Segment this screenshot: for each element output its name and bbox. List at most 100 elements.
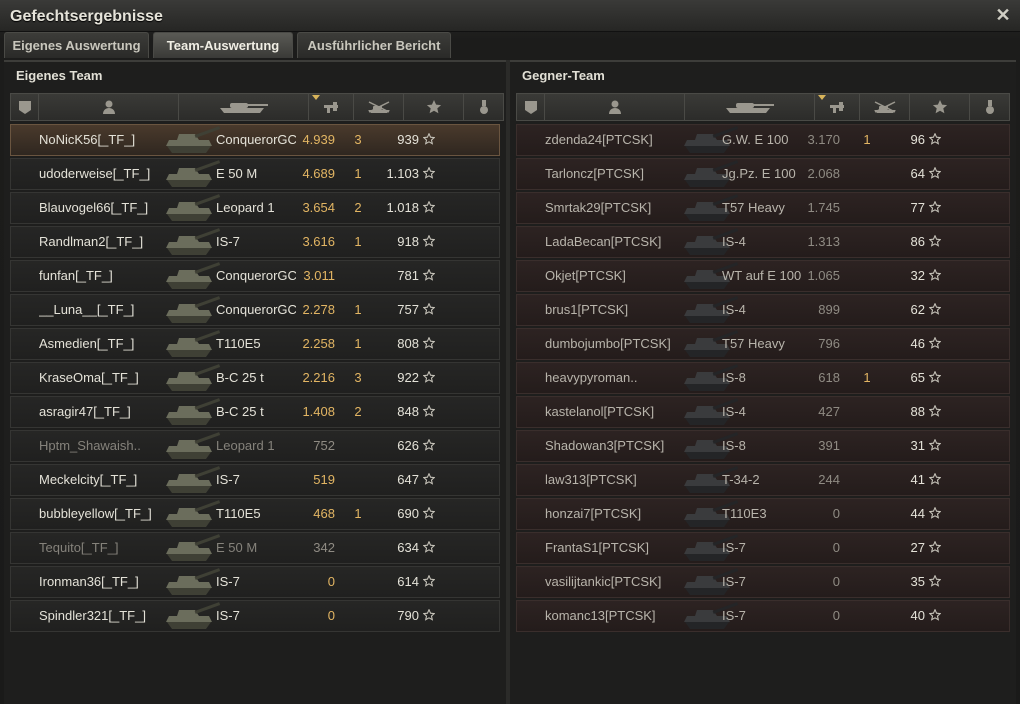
own-player-row[interactable]: funfan[_TF_] ConquerorGC 3.011 781	[10, 260, 500, 292]
tab-team-auswertung[interactable]: Team-Auswertung	[153, 32, 293, 58]
own-player-row[interactable]: Meckelcity[_TF_] IS-7 519 647	[10, 464, 500, 496]
own-team-column-header	[10, 93, 504, 121]
enemy-column-xp-star[interactable]	[910, 94, 970, 120]
damage-value: 2.216	[302, 370, 335, 385]
enemy-player-row[interactable]: Tarloncz[PTCSK] Jg.Pz. E 100 2.068 64	[516, 158, 1010, 190]
enemy-player-row[interactable]: komanc13[PTCSK] IS-7 0 40	[516, 600, 1010, 632]
own-player-row[interactable]: Tequito[_TF_] E 50 M 342 634	[10, 532, 500, 564]
vehicle-name: IS-8	[722, 438, 746, 453]
kills-value	[860, 295, 874, 325]
vehicle-tank-icon	[166, 364, 221, 391]
enemy-column-tank[interactable]	[685, 94, 815, 120]
player-name: funfan[_TF_]	[39, 268, 113, 283]
vehicle-name: Jg.Pz. E 100	[722, 166, 796, 181]
own-player-row[interactable]: Spindler321[_TF_] IS-7 0 790	[10, 600, 500, 632]
player-name: Tequito[_TF_]	[39, 540, 119, 555]
own-column-tank[interactable]	[179, 94, 309, 120]
player-name: FrantaS1[PTCSK]	[545, 540, 650, 555]
xp-star-icon	[423, 303, 435, 315]
own-column-medal[interactable]	[464, 94, 504, 120]
enemy-column-kills[interactable]	[860, 94, 910, 120]
vehicle-name: T110E5	[216, 506, 261, 521]
xp-star-icon	[423, 201, 435, 213]
xp-star-icon	[929, 201, 941, 213]
enemy-player-row[interactable]: heavypyroman.. IS-8 618 1 65	[516, 362, 1010, 394]
player-name: Hptm_Shawaish..	[39, 438, 141, 453]
player-name: asragir47[_TF_]	[39, 404, 131, 419]
xp-value: 634	[397, 540, 419, 555]
tab-ausfuehrlicher-bericht[interactable]: Ausführlicher Bericht	[297, 32, 451, 58]
own-player-row[interactable]: NoNicK56[_TF_] ConquerorGC 4.939 3 939	[10, 124, 500, 156]
enemy-player-row[interactable]: dumbojumbo[PTCSK] T57 Heavy 796 46	[516, 328, 1010, 360]
xp-star-icon	[929, 473, 941, 485]
own-player-row[interactable]: udoderweise[_TF_] E 50 M 4.689 1 1.103	[10, 158, 500, 190]
enemy-column-platoon[interactable]	[517, 94, 545, 120]
medal-icon	[480, 100, 488, 114]
xp-star-icon	[929, 439, 941, 451]
vehicle-name: IS-7	[722, 608, 746, 623]
own-player-row[interactable]: Asmedien[_TF_] T110E5 2.258 1 808	[10, 328, 500, 360]
xp-star-icon	[423, 269, 435, 281]
player-name: NoNicK56[_TF_]	[39, 132, 136, 147]
own-player-row[interactable]: __Luna__[_TF_] ConquerorGC 2.278 1 757	[10, 294, 500, 326]
enemy-column-medal[interactable]	[970, 94, 1010, 120]
enemy-player-row[interactable]: LadaBecan[PTCSK] IS-4 1.313 86	[516, 226, 1010, 258]
close-button[interactable]: ✕	[994, 6, 1012, 24]
own-column-platoon[interactable]	[11, 94, 39, 120]
enemy-column-damage[interactable]	[815, 94, 860, 120]
own-player-row[interactable]: Hptm_Shawaish.. Leopard 1 752 626	[10, 430, 500, 462]
damage-value: 2.068	[807, 166, 840, 181]
own-player-row[interactable]: Randlman2[_TF_] IS-7 3.616 1 918	[10, 226, 500, 258]
vehicle-name: G.W. E 100	[722, 132, 789, 147]
player-name: Tarloncz[PTCSK]	[545, 166, 644, 181]
vehicle-name: B-C 25 t	[216, 404, 264, 419]
enemy-column-player[interactable]	[545, 94, 685, 120]
kills-value: 3	[354, 132, 362, 147]
player-name: kastelanol[PTCSK]	[545, 404, 655, 419]
damage-value: 3.616	[302, 234, 335, 249]
kills-value: 1	[354, 302, 362, 317]
own-player-row[interactable]: KraseOma[_TF_] B-C 25 t 2.216 3 922	[10, 362, 500, 394]
vehicle-tank-icon	[166, 160, 221, 187]
damage-value: 3.654	[302, 200, 335, 215]
kills-icon	[873, 101, 896, 113]
enemy-player-row[interactable]: honzai7[PTCSK] T110E3 0 44	[516, 498, 1010, 530]
enemy-player-row[interactable]: brus1[PTCSK] IS-4 899 62	[516, 294, 1010, 326]
kills-value: 1	[354, 234, 362, 249]
own-player-row[interactable]: Ironman36[_TF_] IS-7 0 614	[10, 566, 500, 598]
own-column-player[interactable]	[39, 94, 179, 120]
own-player-row[interactable]: bubbleyellow[_TF_] T110E5 468 1 690	[10, 498, 500, 530]
kills-value: 2	[354, 200, 362, 215]
own-column-damage[interactable]	[309, 94, 354, 120]
vehicle-name: T110E3	[722, 506, 767, 521]
tab-eigenes-auswertung[interactable]: Eigenes Auswertung	[4, 32, 149, 58]
damage-value: 618	[818, 370, 840, 385]
player-name: heavypyroman..	[545, 370, 638, 385]
damage-value: 4.939	[302, 132, 335, 147]
enemy-player-row[interactable]: vasilijtankic[PTCSK] IS-7 0 35	[516, 566, 1010, 598]
own-column-kills[interactable]	[354, 94, 404, 120]
xp-value: 922	[397, 370, 419, 385]
xp-value: 27	[910, 540, 925, 555]
enemy-player-row[interactable]: law313[PTCSK] T-34-2 244 41	[516, 464, 1010, 496]
vehicle-name: IS-7	[216, 472, 240, 487]
enemy-player-row[interactable]: Shadowan3[PTCSK] IS-8 391 31	[516, 430, 1010, 462]
enemy-player-row[interactable]: FrantaS1[PTCSK] IS-7 0 27	[516, 532, 1010, 564]
xp-value: 690	[397, 506, 419, 521]
xp-star-icon	[423, 541, 435, 553]
own-player-row[interactable]: Blauvogel66[_TF_] Leopard 1 3.654 2 1.018	[10, 192, 500, 224]
own-player-row[interactable]: asragir47[_TF_] B-C 25 t 1.408 2 848	[10, 396, 500, 428]
title-bar: Gefechtsergebnisse ✕	[0, 0, 1020, 32]
tank-icon	[219, 103, 268, 113]
enemy-player-row[interactable]: Smrtak29[PTCSK] T57 Heavy 1.745 77	[516, 192, 1010, 224]
xp-star-icon	[423, 405, 435, 417]
enemy-player-row[interactable]: zdenda24[PTCSK] G.W. E 100 3.170 1 96	[516, 124, 1010, 156]
xp-value: 35	[910, 574, 925, 589]
enemy-player-row[interactable]: Okjet[PTCSK] WT auf E 100 1.065 32	[516, 260, 1010, 292]
xp-value: 918	[397, 234, 419, 249]
own-column-xp-star[interactable]	[404, 94, 464, 120]
vehicle-tank-icon	[166, 534, 221, 561]
player-name: zdenda24[PTCSK]	[545, 132, 653, 147]
player-name: komanc13[PTCSK]	[545, 608, 656, 623]
enemy-player-row[interactable]: kastelanol[PTCSK] IS-4 427 88	[516, 396, 1010, 428]
